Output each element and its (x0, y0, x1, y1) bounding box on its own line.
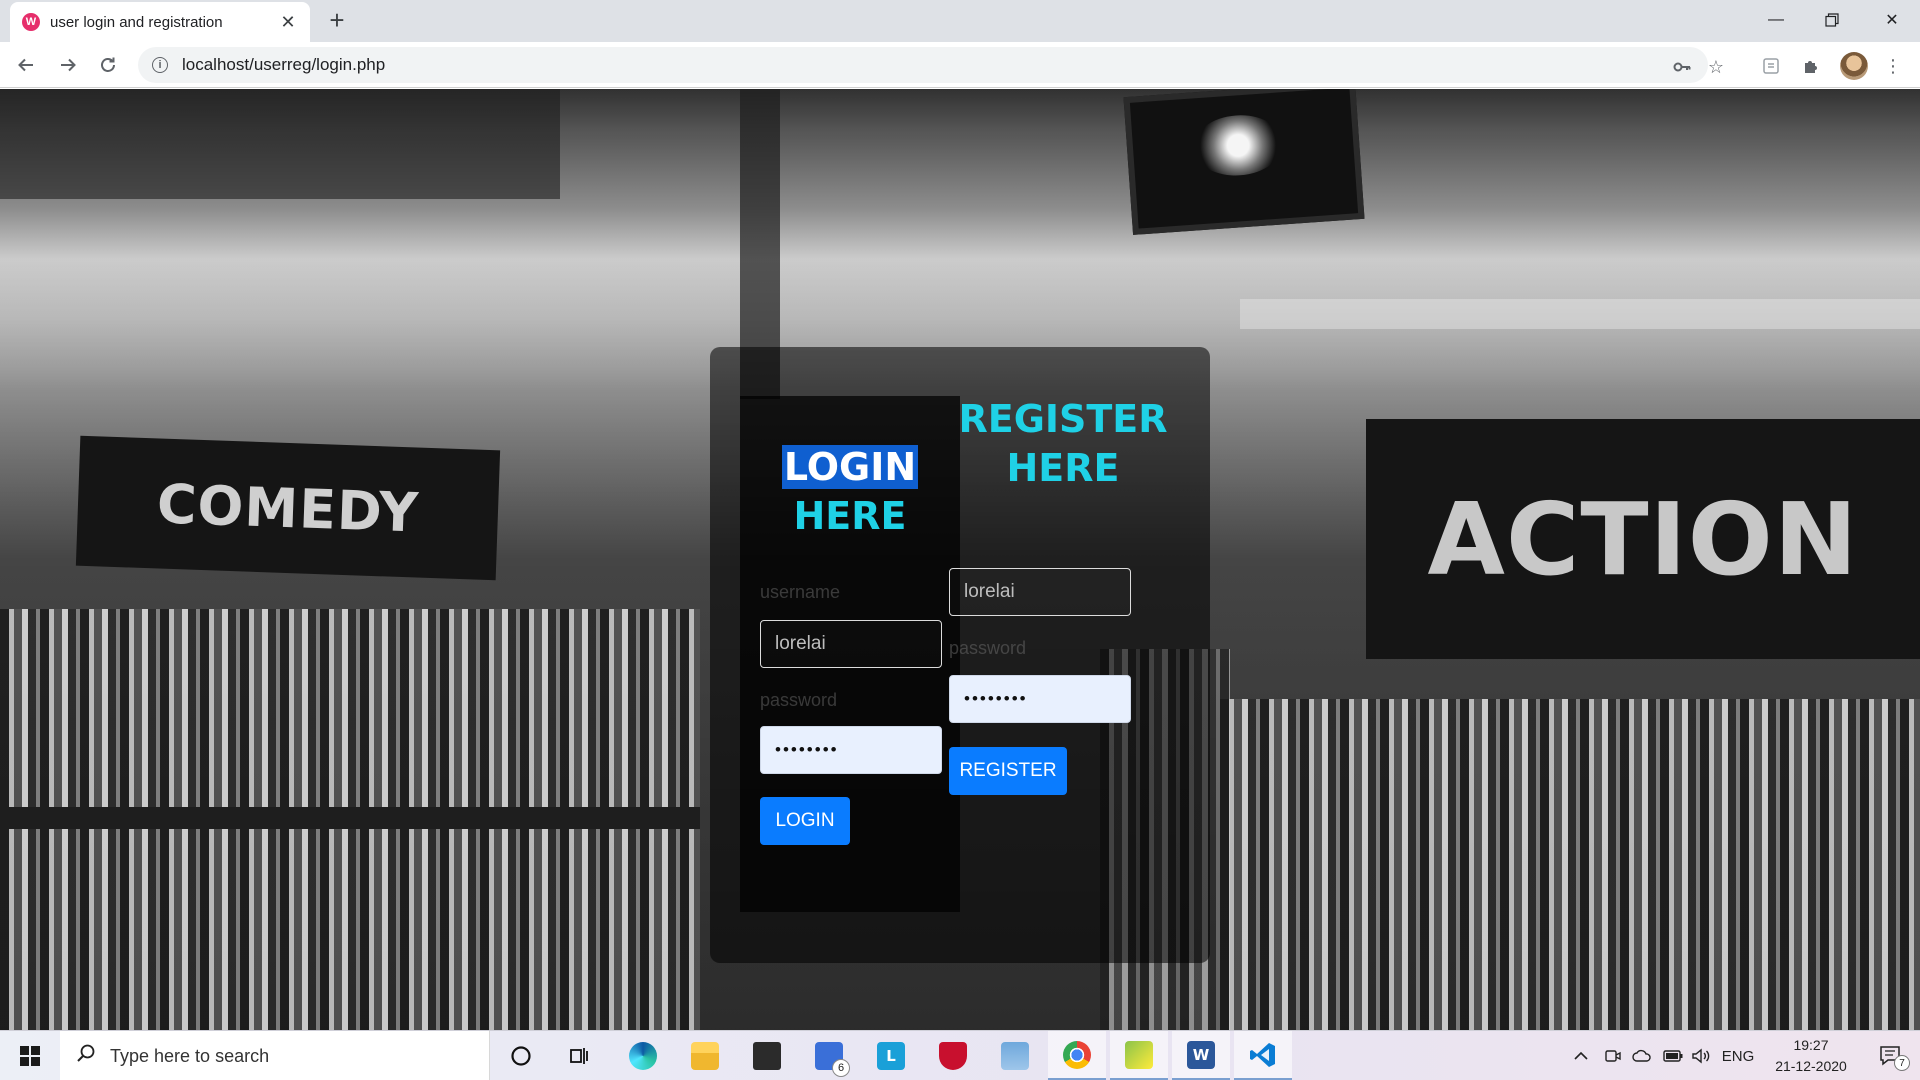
login-password-label: password (760, 690, 838, 710)
page-background: COMEDY ACTION LOGIN HERE username lorela… (0, 89, 1920, 1030)
action-center-button[interactable]: 7 (1866, 1031, 1916, 1080)
register-password-label: password (949, 638, 1027, 658)
taskbar-clock[interactable]: 19:27 21-12-2020 (1756, 1035, 1866, 1077)
word-icon: W (1187, 1040, 1215, 1069)
browser-tab[interactable]: W user login and registration ✕ (10, 2, 310, 42)
computer-taskbar-app[interactable] (986, 1031, 1044, 1080)
task-view-button[interactable] (550, 1031, 608, 1080)
dvd-shelf-left-bottom (0, 829, 700, 1030)
mcafee-shield-icon (939, 1042, 967, 1070)
onedrive-cloud-icon[interactable] (1628, 1031, 1656, 1080)
background-ceiling (0, 89, 560, 199)
key-icon[interactable] (1670, 55, 1694, 79)
extension-icon[interactable] (1758, 53, 1784, 79)
site-favicon-icon: W (22, 13, 40, 31)
mcafee-taskbar-app[interactable] (924, 1031, 982, 1080)
chrome-icon (1063, 1040, 1091, 1069)
comedy-sign: COMEDY (75, 435, 501, 581)
mail-taskbar-app[interactable]: 6 (800, 1031, 858, 1080)
action-sign: ACTION (1366, 419, 1920, 659)
reload-icon (101, 57, 115, 72)
start-button[interactable] (0, 1031, 60, 1080)
windows-logo-icon (20, 1046, 40, 1066)
taskbar-search-box[interactable]: Type here to search (60, 1031, 490, 1080)
back-icon (18, 58, 33, 72)
folder-icon (691, 1042, 719, 1070)
store-taskbar-app[interactable] (738, 1031, 796, 1080)
computer-icon (1001, 1042, 1029, 1070)
login-username-input[interactable]: lorelai (760, 620, 942, 668)
login-button[interactable]: LOGIN (760, 797, 850, 845)
login-heading-line1: LOGIN (740, 443, 960, 492)
cortana-icon (511, 1046, 531, 1066)
back-button[interactable] (10, 49, 42, 81)
chevron-up-icon (1574, 1051, 1588, 1060)
profile-avatar[interactable] (1840, 52, 1868, 80)
clock-time: 19:27 (1793, 1037, 1829, 1053)
address-bar[interactable]: i localhost/userreg/login.php ☆ (138, 47, 1724, 83)
dvd-shelf-right (1220, 699, 1920, 1030)
search-placeholder: Type here to search (110, 1045, 270, 1066)
shelf-divider-left (0, 807, 700, 829)
notification-count-badge: 7 (1894, 1055, 1910, 1071)
vscode-taskbar-app[interactable] (1234, 1031, 1292, 1080)
task-view-icon (570, 1048, 588, 1064)
register-password-input[interactable]: •••••••• (949, 675, 1131, 723)
edge-icon (629, 1042, 657, 1070)
meet-now-icon[interactable] (1600, 1031, 1626, 1080)
word-taskbar-app[interactable]: W (1172, 1031, 1230, 1080)
language-indicator[interactable]: ENG (1718, 1031, 1758, 1080)
puzzle-extensions-icon[interactable] (1798, 53, 1824, 79)
browser-tab-strip: W user login and registration ✕ + — ✕ (0, 0, 1920, 42)
reload-button[interactable] (92, 49, 124, 81)
windows-taskbar: Type here to search 6 L W ENG 19:27 21-1… (0, 1030, 1920, 1080)
login-form: LOGIN HERE username lorelai password •••… (740, 396, 960, 912)
bookmark-star-icon[interactable]: ☆ (1704, 55, 1728, 79)
cortana-button[interactable] (492, 1031, 550, 1080)
site-info-icon[interactable]: i (152, 57, 168, 73)
show-hidden-icons-button[interactable] (1566, 1031, 1596, 1080)
browser-toolbar: i localhost/userreg/login.php ☆ ⋮ (0, 42, 1920, 88)
file-explorer-taskbar-app[interactable] (676, 1031, 734, 1080)
l-taskbar-app[interactable]: L (862, 1031, 920, 1080)
register-heading-line2: HERE (1006, 446, 1120, 490)
url-text[interactable]: localhost/userreg/login.php (182, 55, 385, 75)
ceiling-lights (1240, 299, 1920, 329)
clock-date: 21-12-2020 (1775, 1058, 1847, 1074)
chrome-taskbar-app[interactable] (1048, 1031, 1106, 1080)
login-heading-highlight: LOGIN (781, 445, 919, 489)
forward-icon (61, 58, 76, 72)
store-bag-icon (753, 1042, 781, 1070)
paint-icon (1125, 1040, 1153, 1069)
edge-taskbar-app[interactable] (614, 1031, 672, 1080)
vscode-icon (1250, 1042, 1275, 1067)
register-heading-line1: REGISTER (958, 397, 1168, 441)
close-window-button[interactable]: ✕ (1864, 0, 1920, 40)
restore-icon (1825, 13, 1839, 27)
register-button[interactable]: REGISTER (949, 747, 1067, 795)
login-username-label: username (760, 582, 841, 602)
dvd-shelf-left-top (0, 609, 700, 809)
tab-title: user login and registration (50, 13, 223, 31)
login-password-input[interactable]: •••••••• (760, 726, 942, 774)
mail-unread-badge: 6 (832, 1059, 850, 1077)
volume-icon[interactable] (1688, 1031, 1714, 1080)
minimize-window-button[interactable]: — (1748, 0, 1804, 40)
auth-card: LOGIN HERE username lorelai password •••… (710, 347, 1210, 963)
battery-icon[interactable] (1660, 1031, 1686, 1080)
register-form: REGISTER HERE lorelai password •••••••• … (949, 396, 1184, 912)
ceiling-monitor-image (1123, 89, 1365, 235)
login-heading-line2: HERE (793, 494, 907, 538)
register-username-input[interactable]: lorelai (949, 568, 1131, 616)
new-tab-button[interactable]: + (322, 6, 352, 36)
browser-menu-icon[interactable]: ⋮ (1880, 53, 1906, 79)
image-editor-taskbar-app[interactable] (1110, 1031, 1168, 1080)
search-icon (76, 1043, 96, 1069)
tab-close-icon[interactable]: ✕ (278, 12, 298, 33)
forward-button[interactable] (52, 49, 84, 81)
restore-window-button[interactable] (1804, 0, 1860, 40)
l-app-icon: L (877, 1042, 905, 1070)
